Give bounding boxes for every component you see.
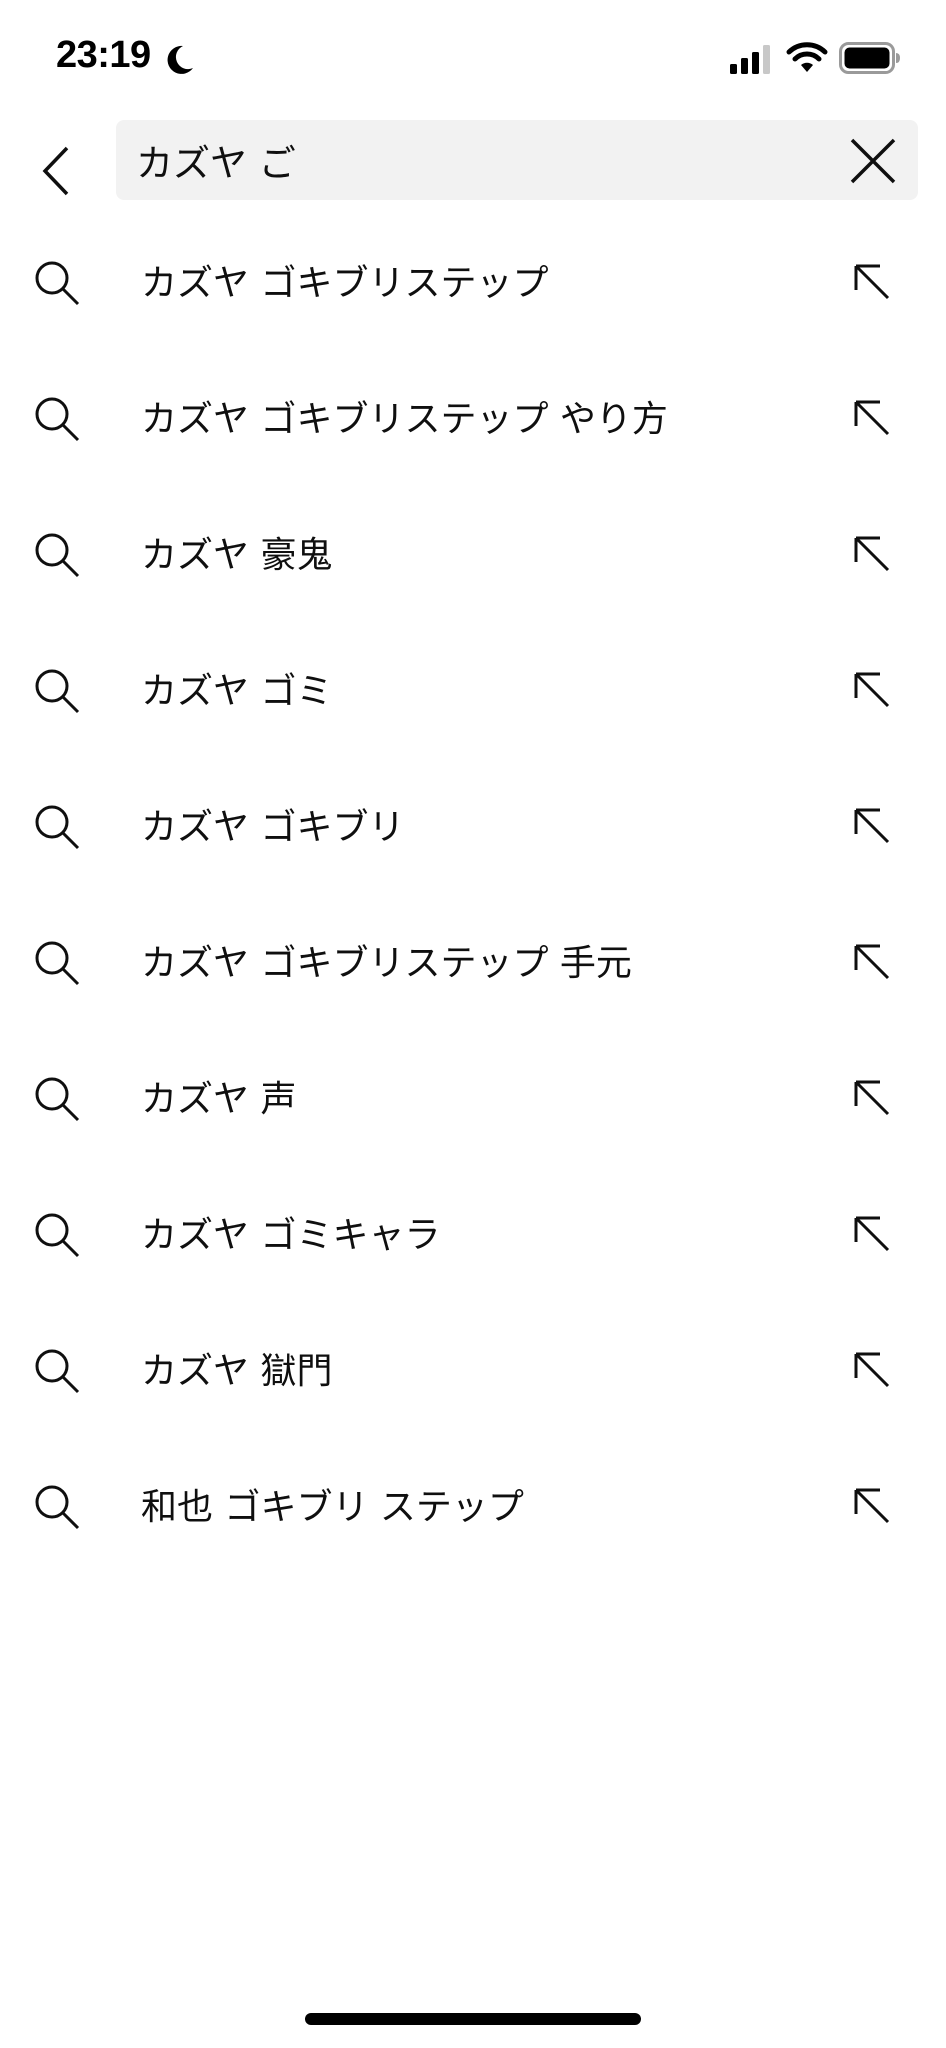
suggestion-item[interactable]: カズヤ ゴミ	[0, 624, 946, 760]
suggestion-text: カズヤ ゴキブリステップ やり方	[141, 399, 668, 440]
suggestion-item[interactable]: カズヤ ゴキブリ	[0, 760, 946, 896]
home-indicator[interactable]	[305, 2013, 641, 2025]
suggestion-item[interactable]: 和也 ゴキブリ ステップ	[0, 1440, 946, 1576]
clear-search-button[interactable]	[848, 136, 898, 186]
suggestion-item[interactable]: カズヤ 豪鬼	[0, 488, 946, 624]
arrow-up-left-icon[interactable]	[846, 528, 896, 578]
search-icon	[35, 1349, 80, 1394]
cellular-signal-icon	[730, 45, 770, 74]
search-icon	[35, 1077, 80, 1122]
suggestion-item[interactable]: カズヤ ゴキブリステップ	[0, 216, 946, 352]
arrow-up-left-icon[interactable]	[846, 256, 896, 306]
arrow-up-left-icon[interactable]	[846, 392, 896, 442]
back-button[interactable]	[24, 128, 90, 214]
suggestion-text: カズヤ 声	[141, 1079, 297, 1120]
status-bar: 23:19	[0, 0, 946, 110]
search-input[interactable]	[136, 120, 816, 200]
search-icon	[35, 397, 80, 442]
arrow-up-left-icon[interactable]	[846, 1480, 896, 1530]
battery-icon	[839, 42, 900, 74]
suggestion-text: 和也 ゴキブリ ステップ	[141, 1487, 524, 1528]
close-icon	[850, 138, 896, 184]
search-icon	[35, 805, 80, 850]
suggestion-item[interactable]: カズヤ 獄門	[0, 1304, 946, 1440]
suggestion-text: カズヤ ゴキブリステップ	[141, 263, 549, 304]
suggestion-text: カズヤ ゴミ	[141, 671, 333, 712]
arrow-up-left-icon[interactable]	[846, 1208, 896, 1258]
wifi-icon	[786, 42, 828, 72]
chevron-left-icon	[42, 146, 69, 196]
search-icon	[35, 941, 80, 986]
suggestion-item[interactable]: カズヤ 声	[0, 1032, 946, 1168]
suggestion-text: カズヤ ゴキブリ	[141, 807, 405, 848]
search-header	[0, 110, 946, 214]
suggestion-item[interactable]: カズヤ ゴミキャラ	[0, 1168, 946, 1304]
search-icon	[35, 1485, 80, 1530]
suggestion-item[interactable]: カズヤ ゴキブリステップ やり方	[0, 352, 946, 488]
moon-icon	[167, 45, 193, 74]
search-icon	[35, 533, 80, 578]
search-icon	[35, 261, 80, 306]
status-time: 23:19	[56, 34, 151, 76]
arrow-up-left-icon[interactable]	[846, 1072, 896, 1122]
suggestion-item[interactable]: カズヤ ゴキブリステップ 手元	[0, 896, 946, 1032]
arrow-up-left-icon[interactable]	[846, 800, 896, 850]
suggestion-text: カズヤ ゴミキャラ	[141, 1215, 441, 1256]
arrow-up-left-icon[interactable]	[846, 664, 896, 714]
suggestion-text: カズヤ ゴキブリステップ 手元	[141, 943, 632, 984]
arrow-up-left-icon[interactable]	[846, 1344, 896, 1394]
search-icon	[35, 669, 80, 714]
arrow-up-left-icon[interactable]	[846, 936, 896, 986]
suggestion-list: カズヤ ゴキブリステップ カズヤ ゴキブリステップ やり方 カズヤ 豪鬼 カズヤ…	[0, 216, 946, 1576]
suggestion-text: カズヤ 獄門	[141, 1351, 333, 1392]
search-icon	[35, 1213, 80, 1258]
suggestion-text: カズヤ 豪鬼	[141, 535, 333, 576]
search-box[interactable]	[116, 120, 918, 200]
